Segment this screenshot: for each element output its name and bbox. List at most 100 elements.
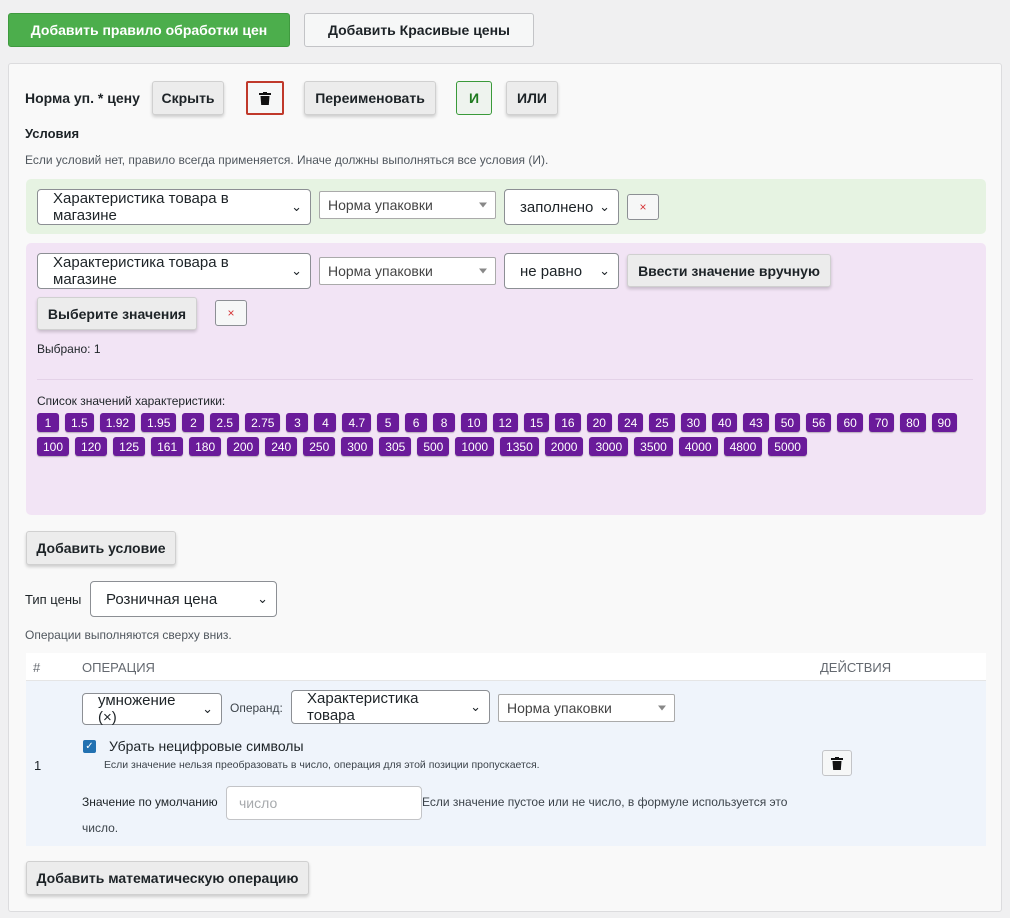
operation-number: 1 — [34, 758, 42, 773]
strip-nondigits-label: Убрать нецифровые символы — [109, 738, 304, 754]
delete-rule-button[interactable] — [246, 81, 284, 115]
operand-source-select[interactable]: Характеристика товара ⌄ — [291, 690, 490, 724]
value-chip[interactable]: 100 — [37, 437, 70, 456]
add-condition-button[interactable]: Добавить условие — [26, 531, 176, 565]
value-chip[interactable]: 6 — [405, 413, 428, 432]
value-chip[interactable]: 4.7 — [342, 413, 372, 432]
remove-condition-button[interactable]: × — [627, 194, 659, 220]
hide-button[interactable]: Скрыть — [152, 81, 224, 115]
value-chip[interactable]: 305 — [379, 437, 412, 456]
chevron-down-icon: ⌄ — [257, 591, 268, 606]
value-chip[interactable]: 30 — [680, 413, 707, 432]
value-chip[interactable]: 4 — [314, 413, 337, 432]
value-chip[interactable]: 2000 — [544, 437, 584, 456]
caret-down-icon — [479, 202, 487, 208]
chevron-down-icon: ⌄ — [599, 199, 610, 214]
chevron-down-icon: ⌄ — [291, 199, 302, 214]
chevron-down-icon: ⌄ — [470, 699, 481, 714]
operation-value: умножение (×) — [98, 692, 176, 726]
value-chip[interactable]: 60 — [837, 413, 863, 432]
value-chip[interactable]: 120 — [75, 437, 108, 456]
remove-condition-button[interactable]: × — [215, 300, 247, 326]
operand-attribute-value: Норма упаковки — [507, 700, 612, 716]
value-chip[interactable]: 40 — [712, 413, 738, 432]
value-chip[interactable]: 125 — [113, 437, 146, 456]
table-row: 1 умножение (×) ⌄ Операнд: Характеристик… — [26, 681, 986, 846]
value-chip[interactable]: 300 — [341, 437, 374, 456]
value-chip[interactable]: 16 — [555, 413, 581, 432]
logic-or-button[interactable]: ИЛИ — [506, 81, 558, 115]
value-chip[interactable]: 25 — [649, 413, 675, 432]
value-chip[interactable]: 2.5 — [210, 413, 240, 432]
operand-attribute-select[interactable]: Норма упаковки — [498, 694, 675, 722]
value-chip[interactable]: 240 — [265, 437, 298, 456]
value-chip[interactable]: 90 — [931, 413, 957, 432]
value-chip[interactable]: 4800 — [723, 437, 763, 456]
value-chip[interactable]: 1.95 — [141, 413, 177, 432]
col-operation: ОПЕРАЦИЯ — [82, 660, 155, 675]
value-chip[interactable]: 10 — [461, 413, 487, 432]
condition-operator-select[interactable]: заполнено ⌄ — [504, 189, 619, 225]
value-chip[interactable]: 200 — [227, 437, 260, 456]
condition-operator-select[interactable]: не равно ⌄ — [504, 253, 619, 289]
value-chip[interactable]: 3 — [286, 413, 309, 432]
operation-select[interactable]: умножение (×) ⌄ — [82, 692, 222, 726]
value-chip[interactable]: 80 — [900, 413, 926, 432]
value-chip[interactable]: 2 — [182, 413, 205, 432]
condition-attribute-value: Норма упаковки — [328, 197, 433, 213]
default-value-label: Значение по умолчанию — [82, 795, 218, 809]
ops-hint: Операции выполняются сверху вниз. — [25, 628, 232, 642]
trash-icon — [831, 756, 843, 770]
value-chip[interactable]: 250 — [303, 437, 336, 456]
value-chip[interactable]: 1350 — [500, 437, 539, 456]
rename-button[interactable]: Переименовать — [304, 81, 436, 115]
delete-operation-button[interactable] — [822, 750, 852, 776]
choose-values-button[interactable]: Выберите значения — [37, 297, 197, 330]
value-chip[interactable]: 24 — [617, 413, 644, 432]
condition-source-select[interactable]: Характеристика товара в магазине ⌄ — [37, 253, 311, 289]
value-chip[interactable]: 8 — [433, 413, 456, 432]
value-chip[interactable]: 1.92 — [99, 413, 136, 432]
default-value-placeholder: число — [239, 795, 278, 811]
value-chip[interactable]: 1.5 — [65, 413, 94, 432]
logic-and-button[interactable]: И — [456, 81, 492, 115]
value-chip[interactable]: 3500 — [634, 437, 673, 456]
add-math-operation-button[interactable]: Добавить математическую операцию — [26, 861, 309, 895]
value-chip[interactable]: 1 — [37, 413, 59, 432]
price-type-select[interactable]: Розничная цена ⌄ — [90, 581, 277, 617]
value-chip[interactable]: 500 — [417, 437, 450, 456]
value-chip[interactable]: 50 — [774, 413, 801, 432]
value-chip[interactable]: 4000 — [678, 437, 718, 456]
default-value-hint-cont: число. — [82, 821, 119, 835]
value-chip[interactable]: 2.75 — [245, 413, 281, 432]
manual-value-button[interactable]: Ввести значение вручную — [627, 254, 831, 287]
default-value-input[interactable]: число — [226, 786, 422, 820]
value-chip[interactable]: 180 — [189, 437, 222, 456]
value-chip[interactable]: 20 — [586, 413, 612, 432]
condition-source-select[interactable]: Характеристика товара в магазине ⌄ — [37, 189, 311, 225]
strip-nondigits-checkbox[interactable]: ✓ — [83, 740, 96, 753]
value-chip[interactable]: 5000 — [768, 437, 807, 456]
condition-attribute-select[interactable]: Норма упаковки — [319, 191, 496, 219]
value-chip[interactable]: 161 — [151, 437, 184, 456]
value-chip[interactable]: 15 — [523, 413, 550, 432]
value-chip[interactable]: 1000 — [455, 437, 495, 456]
value-chip[interactable]: 70 — [868, 413, 895, 432]
strip-nondigits-hint: Если значение нельзя преобразовать в чис… — [104, 759, 540, 771]
conditions-heading: Условия — [25, 126, 80, 141]
value-chip[interactable]: 12 — [492, 413, 518, 432]
value-chip[interactable]: 5 — [377, 413, 400, 432]
col-num: # — [33, 660, 41, 675]
value-chips: 1 1.5 1.92 1.95 2 2.5 2.75 3 4 4.7 5 6 8 10 12 15 16 20 24… — [37, 413, 967, 456]
value-chip[interactable]: 43 — [743, 413, 769, 432]
rule-title: Норма уп. * цену — [25, 90, 140, 106]
condition-attribute-select[interactable]: Норма упаковки — [319, 257, 496, 285]
conditions-hint: Если условий нет, правило всегда применя… — [25, 153, 549, 167]
price-type-label: Тип цены — [25, 592, 82, 607]
value-chip[interactable]: 56 — [806, 413, 832, 432]
condition-block-2: Характеристика товара в магазине ⌄ Норма… — [26, 243, 986, 515]
value-chip[interactable]: 3000 — [589, 437, 629, 456]
add-price-rule-button[interactable]: Добавить правило обработки цен — [8, 13, 290, 47]
add-pretty-prices-button[interactable]: Добавить Красивые цены — [304, 13, 534, 47]
condition-operator-value: заполнено — [520, 198, 594, 216]
